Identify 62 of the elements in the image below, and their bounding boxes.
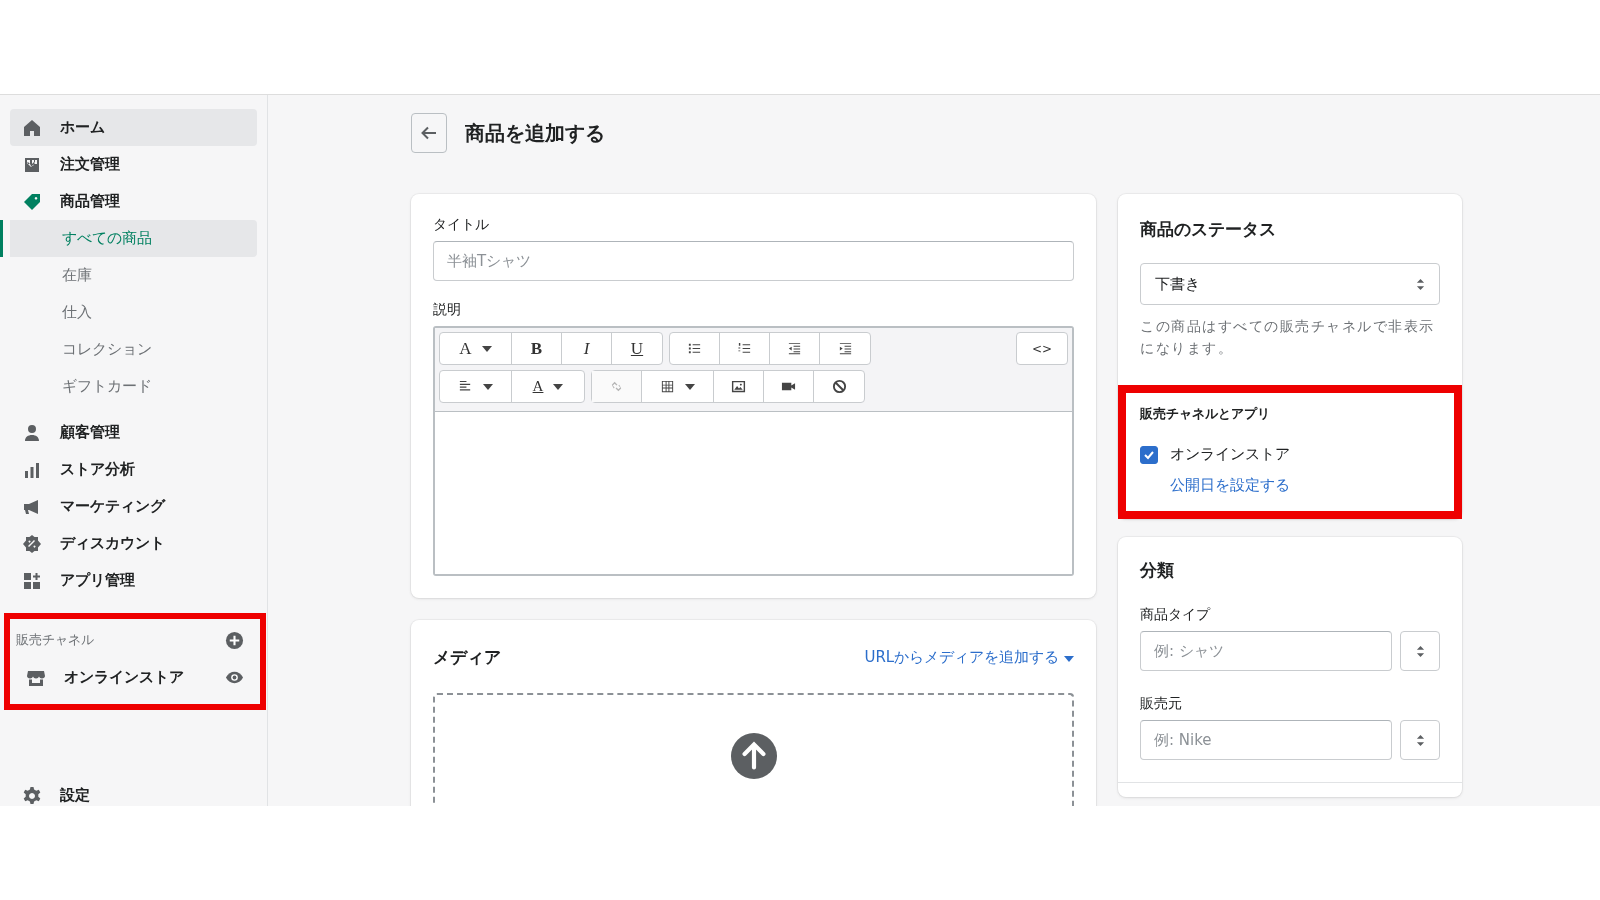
- caret-icon: [481, 345, 492, 352]
- text-input[interactable]: 例: Nike: [1140, 720, 1392, 760]
- caret-icon: [685, 383, 695, 390]
- nav-item[interactable]: 商品管理: [10, 183, 257, 220]
- rich-text-editor[interactable]: A B I U <> A: [433, 326, 1074, 576]
- section-heading: 販売チャネルとアプリ: [1140, 405, 1271, 423]
- numbered-list-icon: [737, 341, 752, 356]
- bullet-list-icon: [687, 341, 702, 356]
- caret-icon: [1064, 656, 1074, 662]
- nav-item[interactable]: 注文管理: [10, 146, 257, 183]
- nav-item[interactable]: ディスカウント: [10, 525, 257, 562]
- field-label: タイトル: [433, 216, 490, 234]
- nav-item[interactable]: ストア分析: [10, 451, 257, 488]
- add-media-link[interactable]: URLからメディアを追加する: [864, 648, 1074, 667]
- image-icon: [731, 379, 746, 394]
- toolbar-button[interactable]: I: [562, 333, 612, 364]
- toolbar-button[interactable]: A: [512, 371, 584, 402]
- text-input[interactable]: 例: シャツ: [1140, 631, 1392, 671]
- select-arrows-icon: [1416, 277, 1425, 291]
- title-input[interactable]: 半袖Tシャツ: [433, 241, 1074, 281]
- nav-subitem[interactable]: ギフトカード: [0, 368, 257, 405]
- upload-icon: [730, 733, 777, 779]
- nav-item[interactable]: 顧客管理: [10, 414, 257, 451]
- checkbox-label: オンラインストア: [1170, 445, 1290, 464]
- field-label: 説明: [433, 301, 462, 319]
- select-arrows-icon: [1415, 733, 1425, 747]
- card-heading: 商品のステータス: [1140, 218, 1277, 241]
- help-text: この商品はすべての販売チャネルで非表示になります。: [1140, 317, 1436, 358]
- align-left-icon: [458, 379, 473, 394]
- caret-icon: [483, 383, 493, 390]
- nav-item[interactable]: 設定: [10, 777, 257, 806]
- nav-item[interactable]: ホーム: [10, 109, 257, 146]
- add-icon[interactable]: [225, 630, 244, 650]
- link-icon: [609, 379, 624, 394]
- nav-subitem[interactable]: すべての商品: [0, 220, 257, 257]
- section-heading: 販売チャネル: [16, 631, 94, 649]
- nav-item[interactable]: アプリ管理: [10, 562, 257, 599]
- nav-subitem[interactable]: コレクション: [0, 331, 257, 368]
- outdent-icon: [787, 341, 802, 356]
- schedule-link[interactable]: 公開日を設定する: [1170, 476, 1290, 495]
- settings-icon: [22, 785, 42, 806]
- toolbar-button[interactable]: U: [612, 333, 662, 364]
- indent-icon: [837, 341, 853, 356]
- field-label: 販売元: [1140, 695, 1183, 713]
- field-label: 商品タイプ: [1140, 606, 1212, 624]
- table-icon: [660, 379, 675, 394]
- back-button[interactable]: [411, 113, 447, 153]
- clear-format-icon: [831, 379, 847, 394]
- nav-item[interactable]: オンラインストア: [64, 668, 207, 687]
- nav-subitem[interactable]: 在庫: [0, 257, 257, 294]
- status-select[interactable]: 下書き: [1140, 263, 1440, 305]
- toolbar-button[interactable]: <>: [1017, 333, 1067, 364]
- card-heading: メディア: [433, 646, 501, 669]
- page-title: 商品を追加する: [465, 119, 605, 147]
- caret-icon: [553, 383, 564, 390]
- select-arrows-icon: [1415, 644, 1425, 658]
- card-heading: 分類: [1140, 559, 1175, 582]
- toolbar-button[interactable]: B: [512, 333, 562, 364]
- nav-item[interactable]: マーケティング: [10, 488, 257, 525]
- toolbar-button[interactable]: A: [440, 333, 512, 364]
- checkbox[interactable]: [1140, 445, 1158, 464]
- nav-subitem[interactable]: 仕入: [0, 294, 257, 331]
